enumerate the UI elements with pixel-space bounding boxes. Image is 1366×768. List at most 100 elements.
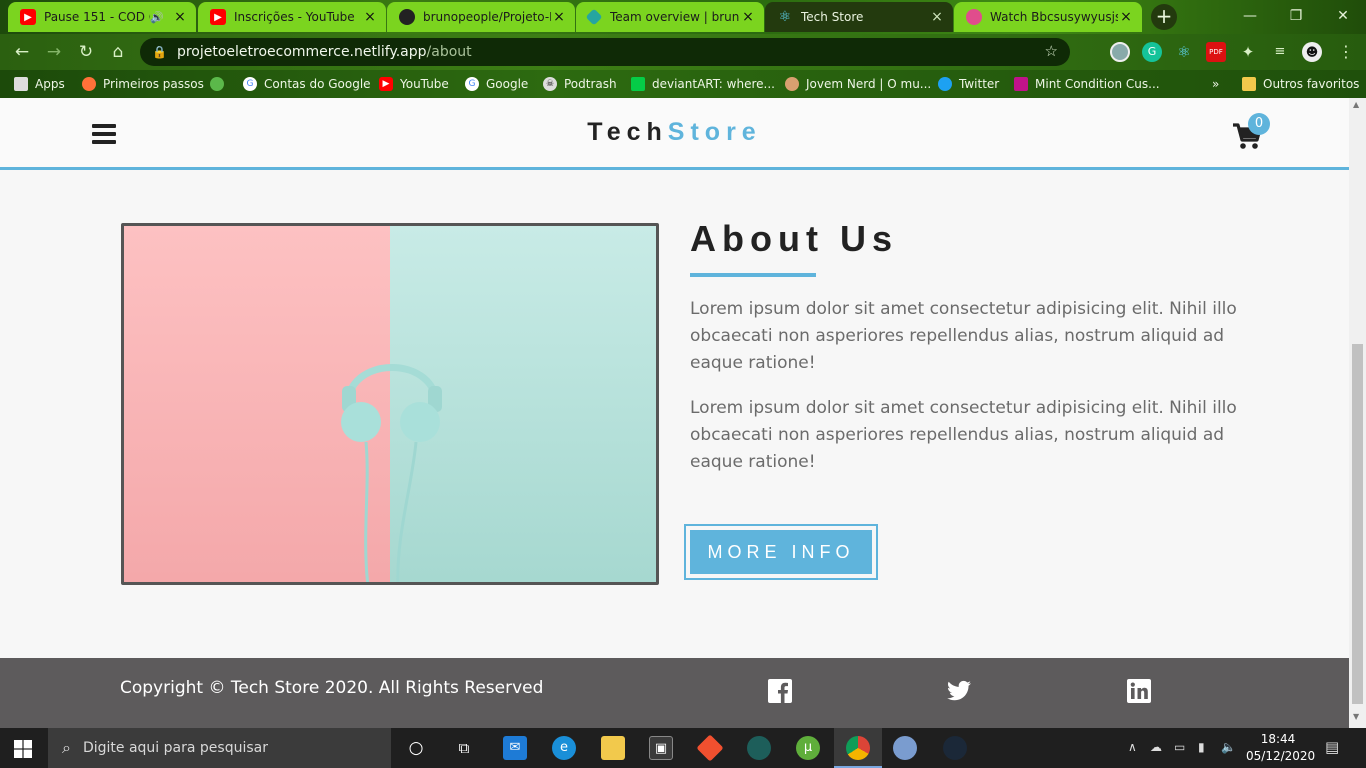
file-explorer-icon[interactable]: [601, 736, 625, 760]
close-icon[interactable]: ×: [740, 9, 756, 25]
grammarly-icon[interactable]: G: [1142, 42, 1162, 62]
tray-expand-icon[interactable]: ∧: [1128, 740, 1137, 754]
tab-title: Tech Store: [801, 10, 864, 24]
windows-taskbar: ⌕ Digite aqui para pesquisar ○ ⧉ ✉ e ▣ µ…: [0, 728, 1366, 768]
forward-icon[interactable]: →: [42, 40, 66, 64]
tab-tech-store[interactable]: ⚛ Tech Store ×: [765, 2, 953, 32]
search-icon: ⌕: [62, 738, 71, 757]
volume-icon[interactable]: 🔈: [1221, 740, 1236, 754]
bookmark-star-icon[interactable]: ☆: [1045, 42, 1058, 60]
site-logo[interactable]: TechStore: [0, 118, 1349, 147]
window-close-button[interactable]: ✕: [1320, 0, 1366, 32]
linkedin-icon[interactable]: [1126, 678, 1152, 704]
bookmark-label: Contas do Google: [264, 77, 371, 91]
utorrent-icon[interactable]: µ: [796, 736, 820, 760]
bookmark-twitter[interactable]: Twitter: [938, 75, 999, 93]
tab-netlify[interactable]: Team overview | brunop ×: [576, 2, 764, 32]
page-viewport: TechStore 0 About Us Lorem ipsum dolor s…: [0, 98, 1349, 728]
youtube-icon: ▶: [20, 9, 36, 25]
extensions-puzzle-icon[interactable]: ✦: [1238, 42, 1258, 62]
close-icon[interactable]: ×: [1118, 9, 1134, 25]
tab-title: brunopeople/Projeto-M: [423, 10, 551, 24]
cortana-icon[interactable]: ○: [404, 736, 428, 760]
onedrive-icon[interactable]: ☁: [1150, 740, 1162, 754]
address-bar[interactable]: 🔒 projetoeletroecommerce.netlify.app/abo…: [140, 38, 1070, 66]
github-icon: [399, 9, 415, 25]
bookmark-contas-google[interactable]: G Contas do Google: [243, 75, 371, 93]
reload-icon[interactable]: ↻: [74, 40, 98, 64]
windows-start-icon[interactable]: [14, 740, 32, 758]
scroll-up-arrow-icon[interactable]: ▲: [1353, 100, 1359, 109]
cart-count-badge: 0: [1248, 113, 1270, 135]
bookmark-label: Primeiros passos: [103, 77, 204, 91]
bookmark-google[interactable]: G Google: [465, 75, 528, 93]
home-icon[interactable]: ⌂: [106, 40, 130, 64]
system-clock[interactable]: 18:44 05/12/2020: [1246, 731, 1315, 765]
tab-inscricoes[interactable]: ▶ Inscrições - YouTube ×: [198, 2, 386, 32]
scroll-down-arrow-icon[interactable]: ▼: [1353, 712, 1359, 721]
react-devtools-icon[interactable]: ⚛: [1174, 42, 1194, 62]
scrollbar-thumb[interactable]: [1352, 344, 1363, 704]
close-icon[interactable]: ×: [551, 9, 567, 25]
firefox-icon: [82, 77, 96, 91]
bookmark-label: Podtrash: [564, 77, 617, 91]
pdf-icon[interactable]: PDF: [1206, 42, 1226, 62]
mail-icon[interactable]: ✉: [503, 736, 527, 760]
headphones-image: [121, 223, 659, 585]
about-paragraph-1: Lorem ipsum dolor sit amet consectetur a…: [690, 299, 1237, 373]
extension-icon[interactable]: [1110, 42, 1130, 62]
close-icon[interactable]: ×: [929, 9, 945, 25]
bookmark-youtube[interactable]: ▶ YouTube: [379, 75, 449, 93]
bookmark-jovem-nerd[interactable]: Jovem Nerd | O mu...: [785, 75, 931, 93]
bookmark-deviantart[interactable]: deviantART: where...: [631, 75, 775, 93]
battery-icon[interactable]: ▮: [1198, 740, 1205, 754]
tab-github[interactable]: brunopeople/Projeto-M ×: [387, 2, 575, 32]
paint-icon[interactable]: [893, 736, 917, 760]
youtube-icon: ▶: [210, 9, 226, 25]
bookmark-podtrash[interactable]: ☠ Podtrash: [543, 75, 617, 93]
page-scrollbar[interactable]: ▲ ▼: [1349, 98, 1366, 728]
jovem-nerd-icon: [785, 77, 799, 91]
title-underline: [690, 273, 816, 277]
media-queue-icon[interactable]: ≡: [1270, 42, 1290, 62]
task-view-icon[interactable]: ⧉: [452, 736, 476, 760]
search-placeholder: Digite aqui para pesquisar: [82, 740, 268, 756]
tab-pause-151[interactable]: ▶ Pause 151 - COD C 🔊 ×: [8, 2, 196, 32]
bookmark-other-favorites[interactable]: Outros favoritos: [1242, 75, 1359, 93]
new-tab-button[interactable]: +: [1151, 4, 1177, 30]
maximize-button[interactable]: ❐: [1273, 0, 1319, 32]
speaker-icon[interactable]: 🔊: [150, 11, 164, 24]
bookmark-label: Google: [486, 77, 529, 91]
bookmark-label: Twitter: [959, 77, 1000, 91]
bookmark-label: Jovem Nerd | O mu...: [806, 77, 932, 91]
bookmark-mint-condition[interactable]: Mint Condition Cus...: [1014, 75, 1160, 93]
store-icon[interactable]: ▣: [649, 736, 673, 760]
skull-icon: ☠: [543, 77, 557, 91]
edge-icon[interactable]: e: [552, 736, 576, 760]
bookmarks-overflow-button[interactable]: »: [1212, 75, 1219, 93]
back-icon[interactable]: ←: [10, 40, 34, 64]
chrome-icon: [846, 736, 870, 760]
bookmark-globe[interactable]: [210, 75, 231, 93]
folder-icon: [1242, 77, 1256, 91]
git-icon[interactable]: [696, 734, 724, 762]
minimize-button[interactable]: —: [1227, 0, 1273, 32]
network-icon[interactable]: ▭: [1174, 740, 1185, 754]
taskbar-search[interactable]: ⌕ Digite aqui para pesquisar: [48, 728, 391, 768]
facebook-icon[interactable]: [767, 678, 793, 704]
close-icon[interactable]: ×: [172, 9, 188, 25]
steam-icon[interactable]: [943, 736, 967, 760]
bookmark-primeiros-passos[interactable]: Primeiros passos: [82, 75, 204, 93]
profile-avatar[interactable]: ☻: [1302, 42, 1322, 62]
close-icon[interactable]: ×: [362, 9, 378, 25]
twitter-icon[interactable]: [946, 678, 972, 704]
url-path: /about: [426, 44, 472, 60]
chrome-taskbar-button[interactable]: [834, 728, 882, 768]
notifications-icon[interactable]: ▤: [1325, 738, 1339, 756]
bookmark-apps[interactable]: Apps: [14, 75, 65, 93]
gitkraken-icon[interactable]: [747, 736, 771, 760]
menu-kebab-icon[interactable]: ⋮: [1336, 42, 1356, 62]
tab-watch[interactable]: Watch Bbcsusywyusjsuc ×: [954, 2, 1142, 32]
browser-tabstrip: ▶ Pause 151 - COD C 🔊 × ▶ Inscrições - Y…: [0, 0, 1366, 34]
more-info-button[interactable]: MORE INFO: [690, 530, 872, 574]
